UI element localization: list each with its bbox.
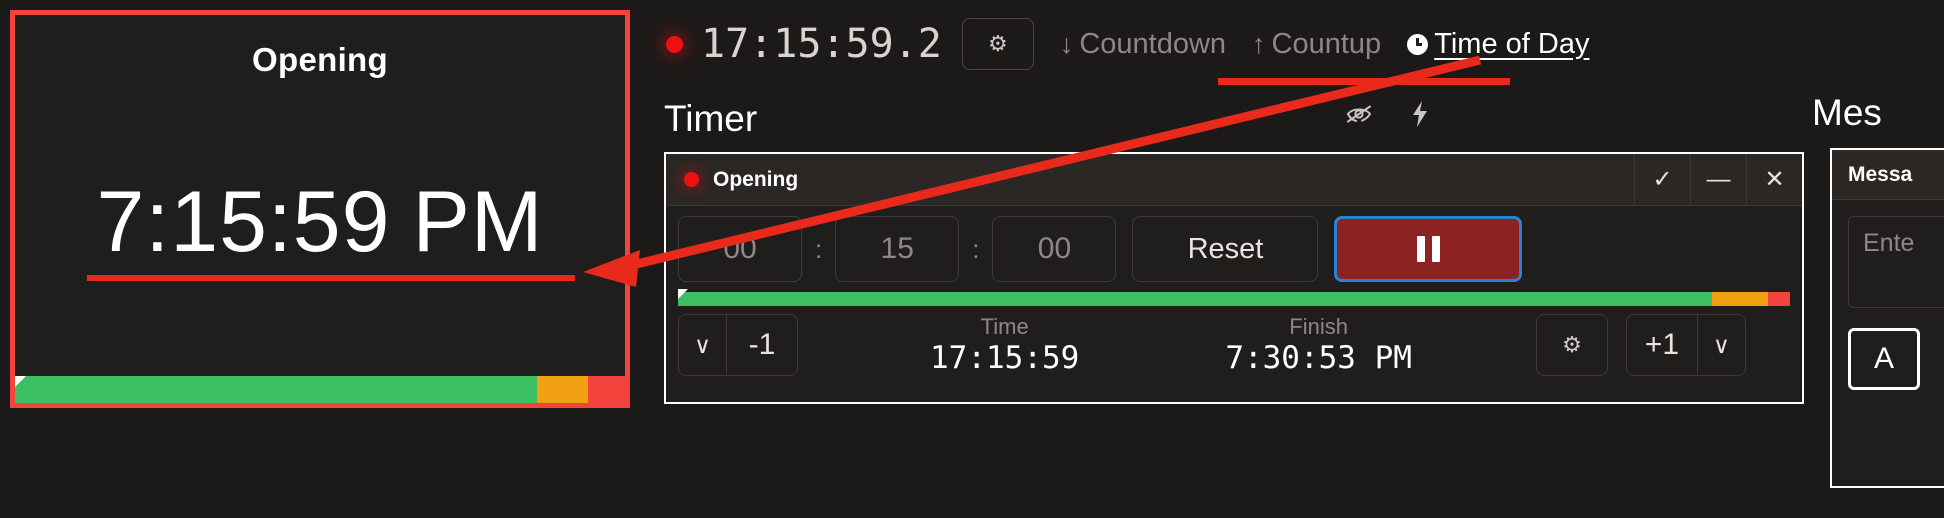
preview-time-ampm: PM bbox=[412, 173, 544, 270]
preview-inner: Opening 7:15:59 PM bbox=[15, 15, 625, 403]
lightning-bolt-icon[interactable] bbox=[1410, 100, 1430, 133]
timer-section-header: Timer bbox=[652, 90, 1944, 148]
progress-segment-green bbox=[15, 376, 537, 403]
message-textarea[interactable]: Ente bbox=[1848, 216, 1944, 308]
progress-segment-green bbox=[678, 292, 1713, 306]
app-root: Opening 7:15:59 PM 17:15:59.2 ⚙ ↓ Countd… bbox=[0, 0, 1944, 518]
preview-time-value: 7:15:59 bbox=[96, 173, 391, 270]
timer-confirm-button[interactable]: ✓ bbox=[1634, 154, 1690, 205]
gear-icon: ⚙ bbox=[987, 31, 1008, 56]
timer-progress-marker bbox=[678, 289, 688, 299]
preview-time-row: 7:15:59 PM bbox=[15, 51, 625, 403]
time-stat-label: Time bbox=[980, 314, 1029, 340]
finish-stat-value: 7:30:53 PM bbox=[1225, 340, 1412, 377]
minus-dropdown-chevron-down-icon[interactable]: ∨ bbox=[678, 314, 726, 376]
plus-dropdown-chevron-down-icon[interactable]: ∨ bbox=[1697, 314, 1746, 376]
timer-card-name: Opening bbox=[713, 167, 799, 191]
timer-header-icons bbox=[1344, 100, 1430, 133]
timer-close-button[interactable]: ✕ bbox=[1746, 154, 1802, 205]
arrow-up-icon: ↑ bbox=[1252, 28, 1266, 59]
pause-icon-bar-right bbox=[1431, 236, 1440, 262]
timer-section-title: Timer bbox=[664, 98, 758, 139]
mode-time-of-day-label: Time of Day bbox=[1434, 27, 1590, 60]
time-stat: Time 17:15:59 bbox=[930, 315, 1079, 375]
message-panel-header: Messa bbox=[1832, 150, 1944, 200]
eye-off-icon[interactable] bbox=[1344, 102, 1374, 131]
timer-footer-row: ∨ -1 Time 17:15:59 Finish 7:30:53 PM ⚙ +… bbox=[666, 306, 1802, 386]
timer-card-header-buttons: ✓ — ✕ bbox=[1634, 154, 1802, 205]
mode-countup-button[interactable]: ↑ Countup bbox=[1252, 28, 1381, 61]
message-panel-header-label: Messa bbox=[1848, 162, 1913, 186]
mode-time-of-day-button[interactable]: Time of Day bbox=[1407, 28, 1589, 61]
progress-segment-red bbox=[1767, 292, 1790, 306]
colon-separator-1: : bbox=[815, 233, 823, 264]
timer-minimize-button[interactable]: — bbox=[1690, 154, 1746, 205]
annotation-underline-time-of-day bbox=[1218, 78, 1510, 85]
pause-button[interactable] bbox=[1334, 216, 1523, 282]
finish-stat-label: Finish bbox=[1289, 314, 1348, 340]
timer-active-dot-icon bbox=[684, 172, 699, 187]
progress-segment-orange bbox=[536, 376, 589, 403]
clock-icon bbox=[1407, 33, 1429, 55]
pause-icon-bar-left bbox=[1416, 236, 1425, 262]
reset-button[interactable]: Reset bbox=[1132, 216, 1319, 282]
system-clock-readout: 17:15:59.2 bbox=[701, 21, 942, 67]
message-section-title: Mes bbox=[1812, 92, 1882, 133]
mode-countdown-button[interactable]: ↓ Countdown bbox=[1060, 28, 1226, 61]
timer-settings-button[interactable]: ⚙ bbox=[1535, 314, 1608, 376]
mode-countdown-label: Countdown bbox=[1079, 27, 1227, 60]
top-bar: 17:15:59.2 ⚙ ↓ Countdown ↑ Countup Time … bbox=[652, 8, 1944, 80]
plus-one-button[interactable]: +1 bbox=[1625, 314, 1698, 376]
preview-progress-marker bbox=[15, 376, 26, 387]
arrow-down-icon: ↓ bbox=[1059, 28, 1074, 59]
preview-time: 7:15:59 PM bbox=[97, 173, 544, 282]
message-panel: Messa Ente A bbox=[1830, 148, 1944, 488]
timer-card-header: Opening ✓ — ✕ bbox=[666, 154, 1802, 206]
minutes-input[interactable]: 15 bbox=[835, 216, 960, 282]
seconds-input[interactable]: 00 bbox=[992, 216, 1117, 282]
record-dot-icon bbox=[666, 35, 683, 53]
timer-card: Opening ✓ — ✕ 00 : 15 : 00 Reset ∨ -1 Ti… bbox=[664, 152, 1804, 404]
preview-panel: Opening 7:15:59 PM bbox=[10, 10, 630, 408]
time-stat-value: 17:15:59 bbox=[930, 340, 1080, 377]
timer-controls-row: 00 : 15 : 00 Reset bbox=[666, 206, 1802, 290]
clock-settings-button[interactable]: ⚙ bbox=[961, 18, 1034, 70]
message-a-button[interactable]: A bbox=[1848, 328, 1920, 390]
finish-stat: Finish 7:30:53 PM bbox=[1225, 315, 1412, 375]
preview-progress-bar bbox=[15, 376, 625, 403]
minus-one-button[interactable]: -1 bbox=[726, 314, 798, 376]
progress-segment-red bbox=[588, 376, 625, 403]
plus-stepper: +1 ∨ bbox=[1625, 314, 1746, 376]
hours-input[interactable]: 00 bbox=[678, 216, 802, 282]
annotation-underline-preview-time bbox=[87, 275, 575, 281]
mode-countup-label: Countup bbox=[1271, 27, 1382, 60]
progress-segment-orange bbox=[1712, 292, 1768, 306]
colon-separator-2: : bbox=[972, 233, 980, 264]
timer-progress-bar bbox=[678, 289, 1790, 306]
gear-icon: ⚙ bbox=[1562, 332, 1582, 357]
minus-stepper: ∨ -1 bbox=[678, 314, 798, 376]
